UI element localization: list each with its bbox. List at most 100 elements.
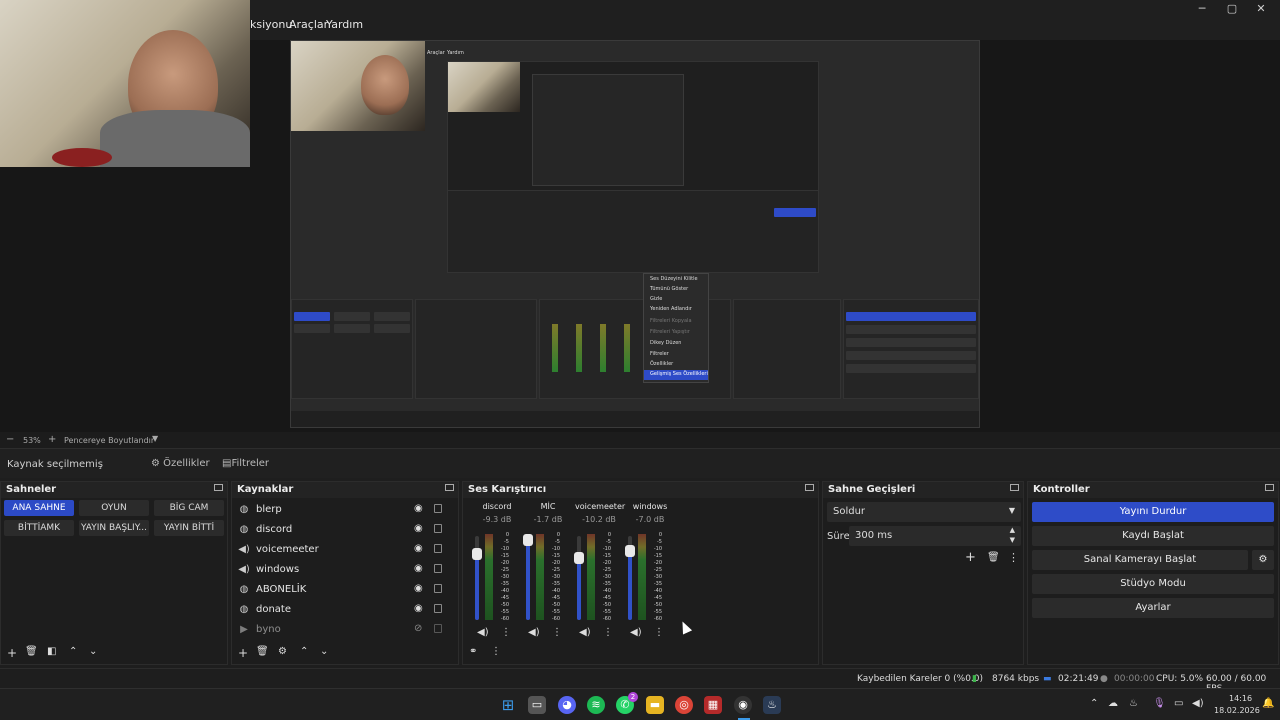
slider-handle[interactable]	[523, 534, 533, 546]
clock-date[interactable]: 18.02.2026	[1214, 706, 1260, 715]
eye-icon[interactable]: ◉	[414, 603, 423, 614]
spin-up-icon[interactable]: ▲	[1010, 526, 1015, 534]
eye-icon[interactable]: ◉	[414, 583, 423, 594]
settings-button[interactable]: Ayarlar	[1032, 598, 1274, 618]
lock-icon[interactable]	[434, 584, 442, 593]
float-icon[interactable]	[214, 484, 223, 491]
menu-item-scene-collection[interactable]: ksiyonu	[250, 18, 292, 31]
more-options-icon[interactable]: ⋮	[501, 627, 511, 638]
add-scene-button[interactable]: +	[7, 646, 17, 660]
more-options-icon[interactable]: ⋮	[654, 627, 664, 638]
more-options-icon[interactable]: ⋮	[491, 646, 501, 657]
mute-speaker-icon[interactable]: ◀)	[630, 627, 642, 638]
start-virtual-camera-button[interactable]: Sanal Kamerayı Başlat	[1032, 550, 1248, 570]
eye-hidden-icon[interactable]: ⊘	[414, 623, 422, 634]
virtual-camera-settings-button[interactable]: ⚙	[1252, 550, 1274, 570]
start-recording-button[interactable]: Kaydı Başlat	[1032, 526, 1274, 546]
lock-icon[interactable]	[434, 504, 442, 513]
minimize-icon[interactable]: ─	[1192, 2, 1212, 15]
volume-slider[interactable]	[472, 536, 482, 620]
lock-icon[interactable]	[434, 564, 442, 573]
source-row[interactable]: ◍ donate ◉	[238, 602, 452, 620]
scene-big-cam[interactable]: BİG CAM	[154, 500, 224, 516]
float-icon[interactable]	[1010, 484, 1019, 491]
link-icon[interactable]: ⚭	[469, 646, 477, 657]
lock-icon[interactable]	[434, 624, 442, 633]
float-icon[interactable]	[1265, 484, 1274, 491]
lock-icon[interactable]	[434, 524, 442, 533]
microphone-icon[interactable]: 🎙	[1153, 698, 1166, 709]
more-options-icon[interactable]: ⋮	[552, 627, 562, 638]
move-down-icon[interactable]: ⌄	[89, 646, 97, 657]
maximize-icon[interactable]: ▢	[1222, 2, 1242, 15]
source-row[interactable]: ◍ ABONELİK ◉	[238, 582, 452, 600]
add-source-button[interactable]: +	[238, 646, 248, 660]
more-options-icon[interactable]: ⋮	[1008, 551, 1019, 564]
zoom-in-button[interactable]: +	[48, 434, 56, 445]
source-row[interactable]: ◀) windows ◉	[238, 562, 452, 580]
trash-icon[interactable]: 🗑	[256, 646, 269, 657]
app-icon[interactable]: ▦	[704, 696, 722, 714]
scene-filters-button[interactable]: ◧	[47, 646, 56, 657]
spin-down-icon[interactable]: ▼	[1010, 536, 1015, 544]
slider-handle[interactable]	[625, 545, 635, 557]
clock-time[interactable]: 14:16	[1229, 694, 1252, 703]
studio-mode-button[interactable]: Stüdyo Modu	[1032, 574, 1274, 594]
filters-button[interactable]: ▤Filtreler	[222, 458, 269, 469]
lock-icon[interactable]	[434, 604, 442, 613]
volume-icon[interactable]: ◀)	[1192, 698, 1204, 709]
eye-icon[interactable]: ◉	[414, 503, 423, 514]
discord-icon[interactable]: ◕	[558, 696, 576, 714]
source-row[interactable]: ◀) voicemeeter ◉	[238, 542, 452, 560]
more-options-icon[interactable]: ⋮	[603, 627, 613, 638]
mute-speaker-icon[interactable]: ◀)	[579, 627, 591, 638]
source-row[interactable]: ◍ blerp ◉	[238, 502, 452, 520]
windows-start-icon[interactable]: ⊞	[499, 696, 517, 714]
tray-chevron-up-icon[interactable]: ⌃	[1090, 698, 1098, 709]
steam-icon[interactable]: ♨	[763, 696, 781, 714]
resize-to-window-button[interactable]: Pencereye Boyutlandır	[64, 436, 154, 445]
gear-icon[interactable]: ⚙	[278, 646, 287, 657]
tray-steam-icon[interactable]: ♨	[1129, 698, 1138, 709]
scene-bittiamk[interactable]: BİTTİAMK	[4, 520, 74, 536]
lock-icon[interactable]	[434, 544, 442, 553]
spotify-icon[interactable]: ≋	[587, 696, 605, 714]
tray-cloud-icon[interactable]: ☁	[1108, 698, 1118, 709]
move-down-icon[interactable]: ⌄	[320, 646, 328, 657]
mute-speaker-icon[interactable]: ◀)	[477, 627, 489, 638]
source-row[interactable]: ◍ discord ◉	[238, 522, 452, 540]
obs-icon[interactable]: ◉	[734, 696, 752, 714]
eye-icon[interactable]: ◉	[414, 563, 423, 574]
float-icon[interactable]	[805, 484, 814, 491]
trash-icon[interactable]: 🗑	[987, 552, 1000, 563]
slider-handle[interactable]	[472, 548, 482, 560]
move-up-icon[interactable]: ⌃	[69, 646, 77, 657]
move-up-icon[interactable]: ⌃	[300, 646, 308, 657]
volume-slider[interactable]	[523, 534, 533, 620]
chevron-down-icon[interactable]: ▼	[152, 434, 158, 443]
source-row[interactable]: ▶ byno ⊘	[238, 622, 452, 640]
trash-icon[interactable]: 🗑	[25, 646, 38, 657]
volume-slider[interactable]	[625, 536, 635, 620]
menu-item-help[interactable]: Yardım	[326, 18, 363, 31]
chrome-icon[interactable]: ◎	[675, 696, 693, 714]
stop-streaming-button[interactable]: Yayını Durdur	[1032, 502, 1274, 522]
transition-select[interactable]: Soldur ▼	[827, 502, 1021, 522]
duration-input[interactable]: 300 ms ▲ ▼	[849, 526, 1021, 546]
scene-oyun[interactable]: OYUN	[79, 500, 149, 516]
scene-ana-sahne[interactable]: ANA SAHNE	[4, 500, 74, 516]
properties-button[interactable]: ⚙ Özellikler	[151, 458, 210, 469]
menu-item-tools[interactable]: Araçlar	[289, 18, 328, 31]
volume-slider[interactable]	[574, 536, 584, 620]
close-icon[interactable]: ✕	[1251, 2, 1271, 15]
zoom-out-button[interactable]: −	[6, 434, 14, 445]
eye-icon[interactable]: ◉	[414, 523, 423, 534]
scene-yayin-basliyor[interactable]: YAYIN BAŞLIY...	[79, 520, 149, 536]
scene-yayin-bitti[interactable]: YAYIN BİTTİ	[154, 520, 224, 536]
network-icon[interactable]: ▭	[1174, 698, 1183, 709]
mute-speaker-icon[interactable]: ◀)	[528, 627, 540, 638]
task-view-icon[interactable]: ▭	[528, 696, 546, 714]
slider-handle[interactable]	[574, 552, 584, 564]
float-icon[interactable]	[445, 484, 454, 491]
eye-icon[interactable]: ◉	[414, 543, 423, 554]
